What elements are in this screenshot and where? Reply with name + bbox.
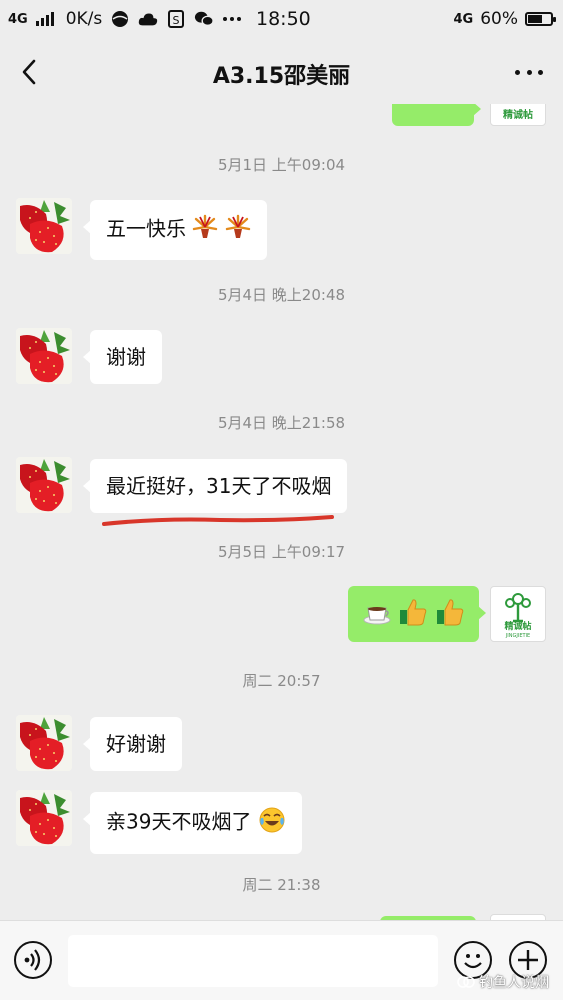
fireworks-icon	[192, 214, 218, 246]
chat-header: A3.15邵美丽	[0, 40, 563, 104]
more-icon[interactable]	[515, 70, 543, 78]
thumbs-up-icon	[398, 598, 428, 632]
clock: 18:50	[256, 8, 311, 30]
battery-icon	[525, 12, 556, 26]
strawberry-icon	[16, 328, 72, 384]
chat-area[interactable]: 则的 精诚帖 5月1日 上午09:04 五一快乐 5月4日 晚上20:48 谢谢…	[0, 104, 563, 920]
input-bar: 钓鱼人说烟	[0, 920, 563, 1000]
wechat-icon	[194, 10, 215, 28]
message-bubble[interactable]: 五一快乐	[83, 200, 267, 260]
strawberry-icon	[16, 715, 72, 771]
status-bar: 4G 0K/s S 18:50 4G 60%	[0, 0, 563, 40]
my-avatar[interactable]: 精诚帖 JINGJIETIE	[490, 586, 546, 642]
network-type-left: 4G	[8, 11, 28, 27]
message-bubble[interactable]: 最近挺好，31天了不吸烟	[82, 459, 348, 513]
network-type-right: 4G	[453, 11, 474, 27]
contact-avatar[interactable]	[16, 198, 72, 254]
timestamp: 周二 21:38	[242, 876, 321, 894]
timestamp: 周二 20:57	[242, 672, 321, 690]
message-bubble[interactable]: 亲39天不吸烟了	[83, 792, 302, 854]
red-underline-annotation	[102, 515, 334, 526]
globe-icon	[110, 10, 130, 28]
signal-icon	[35, 12, 54, 26]
timestamp: 5月4日 晚上21:58	[217, 414, 346, 432]
coffee-icon	[362, 598, 392, 632]
brand-logo-subtext: JINGJIETIE	[505, 633, 531, 639]
battery-percent: 60%	[480, 9, 518, 29]
cloud-icon	[138, 10, 158, 28]
strawberry-icon	[16, 790, 72, 846]
message-bubble-mine[interactable]	[348, 586, 486, 642]
fireworks-icon	[225, 214, 251, 246]
my-avatar-partial[interactable]: 精诚帖	[490, 104, 546, 126]
message-bubble-partial[interactable]: 则的	[392, 104, 481, 126]
contact-avatar[interactable]	[16, 457, 72, 513]
timestamp: 5月4日 晚上20:48	[217, 286, 346, 304]
watermark: 钓鱼人说烟	[457, 972, 549, 992]
strawberry-icon	[16, 198, 72, 254]
contact-avatar[interactable]	[16, 790, 72, 846]
message-bubble[interactable]: 谢谢	[83, 330, 162, 384]
voice-icon[interactable]	[14, 941, 52, 979]
contact-avatar[interactable]	[16, 328, 72, 384]
contact-avatar[interactable]	[16, 715, 72, 771]
timestamp: 5月1日 上午09:04	[217, 156, 346, 174]
chat-title: A3.15邵美丽	[212, 64, 351, 89]
wechat-official-icon	[457, 976, 475, 988]
message-input[interactable]	[68, 935, 438, 987]
svg-text:S: S	[173, 14, 180, 27]
timestamp: 5月5日 上午09:17	[217, 543, 346, 561]
brand-logo-text: 精诚帖	[504, 622, 532, 632]
more-dots-icon	[222, 10, 242, 28]
network-speed: 0K/s	[65, 9, 103, 29]
strawberry-icon	[16, 457, 72, 513]
laugh-cry-icon	[258, 806, 286, 840]
thumbs-up-icon	[435, 598, 465, 632]
s-app-icon: S	[166, 10, 186, 28]
message-bubble[interactable]: 好谢谢	[83, 717, 182, 771]
